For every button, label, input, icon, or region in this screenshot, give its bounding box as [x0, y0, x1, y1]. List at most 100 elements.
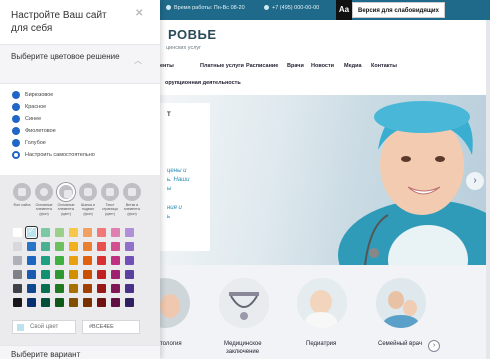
color-swatch[interactable]	[41, 270, 50, 279]
radio-icon[interactable]	[12, 139, 20, 147]
hex-color-input[interactable]: #BCE4EE	[82, 320, 140, 334]
layout-icon[interactable]	[79, 183, 97, 201]
nav-item-media[interactable]: Медиа	[344, 63, 371, 73]
service-label-4[interactable]: Семейный врач	[378, 341, 422, 347]
color-swatch[interactable]	[27, 298, 36, 307]
color-swatch[interactable]	[69, 242, 78, 251]
color-swatch[interactable]	[83, 270, 92, 279]
color-swatch[interactable]	[41, 298, 50, 307]
service-label-2b[interactable]: заключение	[226, 349, 259, 355]
color-option-red[interactable]: Красное	[12, 102, 46, 112]
color-swatch[interactable]	[125, 256, 134, 265]
radio-icon[interactable]	[12, 115, 20, 123]
color-swatch[interactable]	[55, 270, 64, 279]
color-swatch[interactable]	[41, 228, 50, 237]
text-icon[interactable]	[101, 183, 119, 201]
color-swatch[interactable]	[83, 298, 92, 307]
color-swatch[interactable]	[97, 270, 106, 279]
chevron-up-icon[interactable]: ︿	[134, 55, 142, 66]
nav-item-schedule[interactable]: Расписание	[246, 63, 287, 73]
square-icon[interactable]	[13, 183, 31, 201]
service-image-4[interactable]	[376, 278, 426, 328]
color-swatch[interactable]	[97, 284, 106, 293]
color-swatch[interactable]	[125, 284, 134, 293]
nav-item-patients[interactable]: енты	[160, 63, 200, 73]
color-option-blue[interactable]: Синее	[12, 114, 41, 124]
color-swatch[interactable]	[97, 256, 106, 265]
color-swatch[interactable]	[41, 256, 50, 265]
nav-item-paid-services[interactable]: Платные услуги	[200, 63, 246, 73]
color-swatch[interactable]	[69, 284, 78, 293]
color-swatch[interactable]	[13, 242, 22, 251]
color-swatch[interactable]	[111, 228, 120, 237]
radio-icon[interactable]	[12, 91, 20, 99]
service-label-1[interactable]: тология	[160, 341, 182, 347]
nav-item-anticorruption[interactable]: орупционная деятельность	[165, 80, 241, 86]
nav-item-contacts[interactable]: Контакты	[371, 63, 397, 73]
color-swatch[interactable]	[111, 284, 120, 293]
service-label-2a[interactable]: Медицинское	[224, 341, 262, 347]
color-swatch[interactable]	[69, 256, 78, 265]
phone-number[interactable]: +7 (495) 000-00-00	[264, 5, 319, 11]
color-option-violet[interactable]: Фиолетовое	[12, 126, 56, 136]
color-swatch[interactable]	[111, 270, 120, 279]
site-brand-title[interactable]: РОВЬЕ	[168, 27, 217, 42]
color-swatch[interactable]	[97, 242, 106, 251]
color-swatch[interactable]	[41, 242, 50, 251]
color-swatch[interactable]	[55, 256, 64, 265]
color-swatch[interactable]	[125, 242, 134, 251]
low-vision-button[interactable]: Версия для слабовидящих	[352, 2, 445, 18]
color-option-custom[interactable]: Настроить самостоятельно	[12, 150, 95, 160]
color-swatch[interactable]	[97, 228, 106, 237]
color-swatch[interactable]	[13, 298, 22, 307]
color-swatch[interactable]	[55, 298, 64, 307]
color-swatch[interactable]	[125, 270, 134, 279]
service-image-3[interactable]	[297, 278, 347, 328]
service-image-2[interactable]	[219, 278, 269, 328]
color-swatch[interactable]	[13, 284, 22, 293]
color-swatch[interactable]	[26, 226, 37, 238]
color-swatch[interactable]	[83, 228, 92, 237]
star-icon[interactable]	[35, 183, 53, 201]
color-swatch[interactable]	[83, 284, 92, 293]
color-swatch[interactable]	[27, 256, 36, 265]
radio-icon[interactable]	[12, 127, 20, 135]
nav-item-news[interactable]: Новости	[311, 63, 344, 73]
color-swatch[interactable]	[55, 284, 64, 293]
color-swatch[interactable]	[13, 270, 22, 279]
color-swatch[interactable]	[97, 298, 106, 307]
font-size-icon[interactable]: Aa	[336, 0, 352, 20]
grid-icon[interactable]	[57, 183, 75, 201]
color-option-lightblue[interactable]: Голубое	[12, 138, 46, 148]
service-label-3[interactable]: Педиатрия	[306, 341, 336, 347]
color-swatch[interactable]	[27, 270, 36, 279]
color-swatch[interactable]	[13, 256, 22, 265]
color-swatch[interactable]	[111, 298, 120, 307]
hero-next-arrow-icon[interactable]: ›	[466, 172, 484, 190]
page-scrollbar[interactable]	[486, 20, 490, 359]
color-swatch[interactable]	[13, 228, 22, 237]
color-swatch[interactable]	[111, 256, 120, 265]
color-swatch[interactable]	[55, 228, 64, 237]
color-option-turquoise[interactable]: Бирюзовое	[12, 90, 53, 100]
radio-icon[interactable]	[12, 103, 20, 111]
own-color-button[interactable]: Свой цвет	[12, 320, 76, 334]
color-swatch[interactable]	[83, 256, 92, 265]
color-section-header[interactable]: Выберите цветовое решение ︿	[0, 44, 160, 84]
color-swatch[interactable]	[27, 242, 36, 251]
services-next-arrow-icon[interactable]: ›	[428, 340, 440, 352]
color-swatch[interactable]	[41, 284, 50, 293]
color-swatch[interactable]	[125, 298, 134, 307]
color-swatch[interactable]	[125, 228, 134, 237]
color-swatch[interactable]	[69, 270, 78, 279]
nav-item-doctors[interactable]: Врачи	[287, 63, 311, 73]
radio-icon[interactable]	[12, 151, 20, 159]
color-swatch[interactable]	[69, 298, 78, 307]
color-swatch[interactable]	[69, 228, 78, 237]
color-swatch[interactable]	[55, 242, 64, 251]
color-swatch[interactable]	[27, 284, 36, 293]
branch-icon[interactable]	[123, 183, 141, 201]
variant-section-header[interactable]: Выберите вариант	[0, 345, 160, 359]
color-swatch[interactable]	[83, 242, 92, 251]
close-icon[interactable]: ✕	[135, 8, 143, 19]
